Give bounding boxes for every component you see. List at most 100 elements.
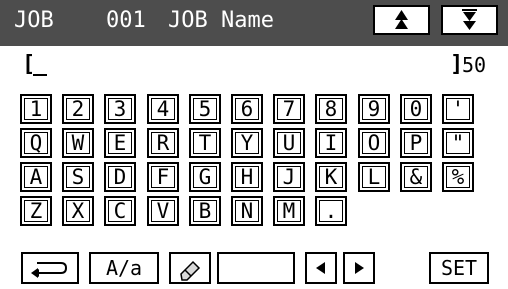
key-2-5[interactable]: H	[231, 162, 263, 192]
key-0-2[interactable]: 3	[104, 94, 136, 124]
key-0-8[interactable]: 9	[358, 94, 390, 124]
key-2-10[interactable]: %	[442, 162, 474, 192]
key-label: I	[324, 131, 338, 155]
header-bar: JOB 001 JOB Name	[0, 0, 508, 46]
back-button[interactable]	[21, 252, 79, 284]
triangle-left-icon	[316, 262, 325, 274]
key-1-9[interactable]: P	[400, 128, 432, 158]
key-label: 8	[324, 97, 338, 121]
set-button[interactable]: SET	[429, 252, 489, 284]
key-label: U	[282, 131, 296, 155]
erase-button[interactable]	[169, 252, 211, 284]
key-0-5[interactable]: 6	[231, 94, 263, 124]
key-3-3[interactable]: V	[147, 196, 179, 226]
scroll-up-button[interactable]	[373, 5, 430, 35]
key-label: &	[409, 165, 423, 189]
key-label: W	[71, 131, 85, 155]
triangle-down-icon	[462, 9, 477, 30]
key-3-2[interactable]: C	[104, 196, 136, 226]
key-2-4[interactable]: G	[189, 162, 221, 192]
key-2-8[interactable]: L	[358, 162, 390, 192]
return-arrow-icon	[31, 262, 68, 278]
key-label: 6	[240, 97, 254, 121]
key-label: O	[367, 131, 381, 155]
key-2-9[interactable]: &	[400, 162, 432, 192]
key-0-9[interactable]: 0	[400, 94, 432, 124]
key-label: 3	[113, 97, 127, 121]
key-3-6[interactable]: M	[273, 196, 305, 226]
key-0-10[interactable]: '	[442, 94, 474, 124]
key-1-3[interactable]: R	[147, 128, 179, 158]
key-label: K	[324, 165, 338, 189]
key-3-4[interactable]: B	[189, 196, 221, 226]
key-2-1[interactable]: S	[62, 162, 94, 192]
space-button[interactable]	[217, 252, 295, 284]
key-label: D	[113, 165, 127, 189]
key-label: F	[156, 165, 170, 189]
key-1-2[interactable]: E	[104, 128, 136, 158]
key-1-0[interactable]: Q	[20, 128, 52, 158]
key-2-0[interactable]: A	[20, 162, 52, 192]
scroll-down-button[interactable]	[441, 5, 498, 35]
key-label: 1	[29, 97, 43, 121]
max-length-indicator: 50	[462, 53, 487, 77]
key-1-1[interactable]: W	[62, 128, 94, 158]
key-3-7[interactable]: .	[315, 196, 347, 226]
key-label: X	[71, 199, 85, 223]
job-label: JOB	[14, 8, 54, 33]
key-2-7[interactable]: K	[315, 162, 347, 192]
key-0-4[interactable]: 5	[189, 94, 221, 124]
eraser-icon	[180, 260, 201, 281]
key-label: Z	[29, 199, 43, 223]
key-label: V	[156, 199, 170, 223]
triangle-up-icon	[395, 10, 408, 29]
text-input-field[interactable]: [ ] 50	[0, 46, 508, 86]
text-cursor	[33, 74, 47, 76]
triangle-right-icon	[355, 262, 364, 274]
key-label: Q	[29, 131, 43, 155]
key-label: Y	[240, 131, 254, 155]
key-label: 0	[409, 97, 423, 121]
key-label: P	[409, 131, 423, 155]
key-label: H	[240, 165, 254, 189]
key-label: C	[113, 199, 127, 223]
case-toggle-label: A/a	[105, 256, 143, 280]
key-1-7[interactable]: I	[315, 128, 347, 158]
set-label: SET	[440, 256, 478, 280]
key-3-0[interactable]: Z	[20, 196, 52, 226]
key-label: T	[198, 131, 212, 155]
key-label: E	[113, 131, 127, 155]
key-0-1[interactable]: 2	[62, 94, 94, 124]
key-1-10[interactable]: "	[442, 128, 474, 158]
key-2-3[interactable]: F	[147, 162, 179, 192]
key-1-6[interactable]: U	[273, 128, 305, 158]
cursor-right-button[interactable]	[343, 252, 375, 284]
key-label: 7	[282, 97, 296, 121]
cursor-left-button[interactable]	[305, 252, 337, 284]
key-label: L	[367, 165, 381, 189]
key-label: N	[240, 199, 254, 223]
key-label: 5	[198, 97, 212, 121]
job-name-title: JOB Name	[168, 8, 274, 33]
key-label: 9	[367, 97, 381, 121]
key-label: J	[282, 165, 296, 189]
key-1-4[interactable]: T	[189, 128, 221, 158]
key-label: B	[198, 199, 212, 223]
key-0-6[interactable]: 7	[273, 94, 305, 124]
key-3-1[interactable]: X	[62, 196, 94, 226]
key-label: A	[29, 165, 43, 189]
key-2-2[interactable]: D	[104, 162, 136, 192]
case-toggle-button[interactable]: A/a	[89, 252, 159, 284]
key-3-5[interactable]: N	[231, 196, 263, 226]
key-1-5[interactable]: Y	[231, 128, 263, 158]
job-number: 001	[106, 8, 146, 33]
key-0-0[interactable]: 1	[20, 94, 52, 124]
key-2-6[interactable]: J	[273, 162, 305, 192]
key-1-8[interactable]: O	[358, 128, 390, 158]
job-name-entry-screen: JOB 001 JOB Name [ ] 50 1 2 3 4 5 6 7 8 9 0 ' Q W E R T…	[0, 0, 508, 284]
key-label: S	[71, 165, 85, 189]
key-label: 4	[156, 97, 170, 121]
key-0-3[interactable]: 4	[147, 94, 179, 124]
key-0-7[interactable]: 8	[315, 94, 347, 124]
key-label: 2	[71, 97, 85, 121]
